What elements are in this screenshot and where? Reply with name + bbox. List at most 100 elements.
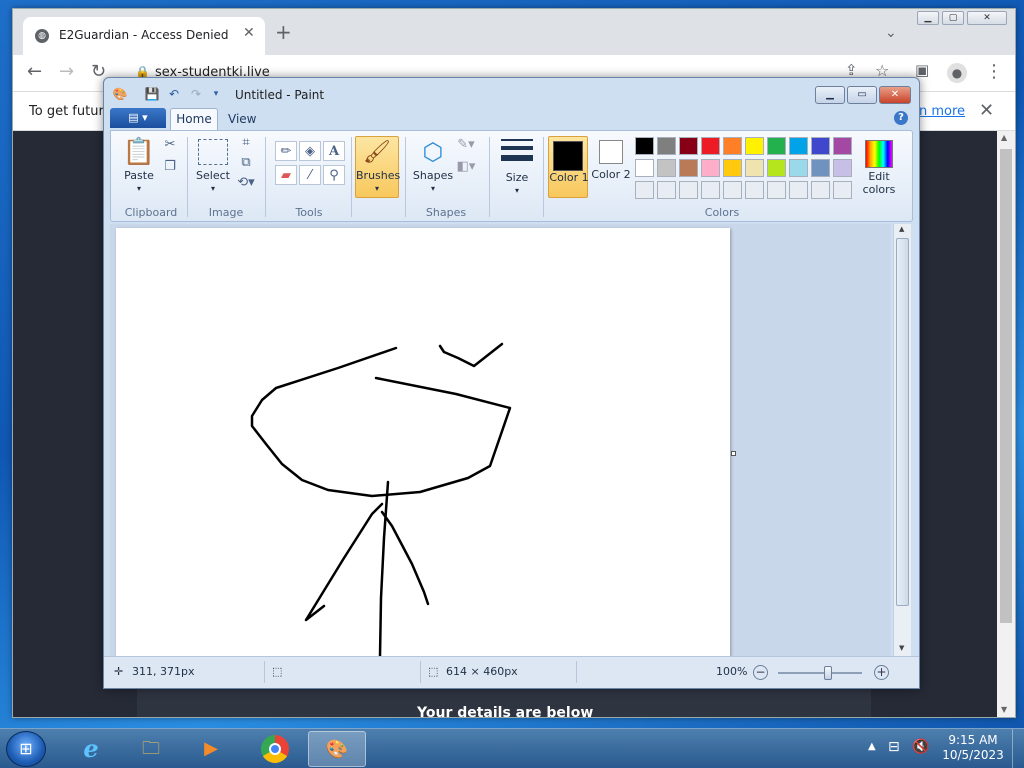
color-picker-icon[interactable]: ⁄ (299, 165, 321, 185)
palette-swatch[interactable] (789, 137, 808, 155)
paste-button[interactable]: 📋 Paste ▾ (119, 135, 159, 195)
tab-search-chevron-icon[interactable]: ⌄ (885, 25, 897, 41)
page-scroll-thumb[interactable] (1000, 149, 1012, 623)
scroll-up-icon[interactable]: ▲ (899, 225, 904, 233)
palette-empty-swatch[interactable] (789, 181, 808, 199)
volume-muted-icon[interactable]: 🔇 (912, 739, 929, 755)
tab-close-icon[interactable]: ✕ (243, 25, 255, 41)
palette-swatch[interactable] (635, 137, 654, 155)
palette-empty-swatch[interactable] (657, 181, 676, 199)
learn-more-link[interactable]: n more (919, 104, 965, 119)
color2-button[interactable]: Color 2 (591, 136, 631, 181)
palette-swatch[interactable] (701, 159, 720, 177)
scroll-up-icon[interactable]: ▲ (1001, 133, 1007, 142)
palette-empty-swatch[interactable] (811, 181, 830, 199)
paint-menu-button[interactable]: ▤ ▾ (110, 108, 166, 128)
redo-icon[interactable]: ↷ (188, 86, 204, 102)
palette-swatch[interactable] (723, 159, 742, 177)
page-scrollbar[interactable]: ▲ ▼ (997, 131, 1015, 717)
zoom-out-icon[interactable]: − (753, 665, 768, 680)
palette-swatch[interactable] (811, 137, 830, 155)
eraser-icon[interactable]: ▰ (275, 165, 297, 185)
palette-swatch[interactable] (833, 159, 852, 177)
copy-icon[interactable]: ❐ (159, 157, 181, 177)
fill-icon[interactable]: ◧▾ (455, 157, 477, 177)
palette-empty-swatch[interactable] (833, 181, 852, 199)
infobar-close-icon[interactable]: ✕ (979, 100, 994, 121)
forward-arrow-icon[interactable]: → (59, 61, 74, 82)
palette-swatch[interactable] (789, 159, 808, 177)
canvas-resize-handle[interactable] (731, 451, 736, 456)
chrome-maximize-button[interactable]: ▢ (942, 11, 964, 25)
zoom-slider-track[interactable] (778, 672, 862, 674)
new-tab-icon[interactable]: + (275, 22, 292, 42)
canvas-vertical-scrollbar[interactable]: ▲ ▼ (893, 224, 911, 656)
palette-empty-swatch[interactable] (745, 181, 764, 199)
magnifier-icon[interactable]: ⚲ (323, 165, 345, 185)
zoom-in-icon[interactable]: + (874, 665, 889, 680)
palette-swatch[interactable] (657, 159, 676, 177)
paint-maximize-button[interactable]: ▭ (847, 86, 877, 104)
palette-empty-swatch[interactable] (767, 181, 786, 199)
back-arrow-icon[interactable]: ← (27, 61, 42, 82)
paint-minimize-button[interactable]: ▁ (815, 86, 845, 104)
palette-swatch[interactable] (723, 137, 742, 155)
menu-kebab-icon[interactable]: ⋮ (985, 61, 1003, 82)
pencil-icon[interactable]: ✏ (275, 141, 297, 161)
start-button[interactable]: ⊞ (6, 731, 46, 767)
taskbar-ie-icon[interactable]: e (62, 731, 120, 767)
brushes-button[interactable]: 🖌 Brushes ▾ (355, 136, 400, 198)
show-desktop-button[interactable] (1012, 729, 1024, 768)
canvas-scroll-thumb[interactable] (896, 238, 909, 606)
shapes-button[interactable]: ⬡ Shapes ▾ (411, 135, 455, 195)
text-tool-icon[interactable]: A (323, 141, 345, 161)
palette-swatch[interactable] (679, 159, 698, 177)
drawing-canvas[interactable] (116, 228, 730, 656)
scroll-down-icon[interactable]: ▼ (899, 644, 904, 652)
zoom-slider-thumb[interactable] (824, 666, 833, 680)
taskbar-media-player-icon[interactable]: ▶ (182, 731, 240, 767)
taskbar-paint-icon[interactable]: 🎨 (308, 731, 366, 767)
undo-icon[interactable]: ↶ (166, 86, 182, 102)
palette-swatch[interactable] (635, 159, 654, 177)
palette-swatch[interactable] (657, 137, 676, 155)
taskbar-chrome-icon[interactable] (246, 731, 304, 767)
chrome-minimize-button[interactable]: ▁ (917, 11, 939, 25)
palette-swatch[interactable] (767, 137, 786, 155)
palette-swatch[interactable] (767, 159, 786, 177)
palette-empty-swatch[interactable] (701, 181, 720, 199)
edit-colors-button[interactable]: Edit colors (857, 136, 901, 196)
tab-home[interactable]: Home (170, 108, 218, 130)
palette-empty-swatch[interactable] (679, 181, 698, 199)
palette-empty-swatch[interactable] (723, 181, 742, 199)
cut-icon[interactable]: ✂ (159, 135, 181, 155)
color1-button[interactable]: Color 1 (548, 136, 589, 198)
crop-icon[interactable]: ⌗ (235, 133, 257, 153)
scroll-down-icon[interactable]: ▼ (1001, 705, 1007, 714)
palette-swatch[interactable] (701, 137, 720, 155)
browser-tab[interactable]: ◍ E2Guardian - Access Denied ✕ (23, 17, 265, 55)
taskbar-explorer-icon[interactable]: 🗀 (122, 731, 180, 767)
palette-swatch[interactable] (745, 137, 764, 155)
rotate-icon[interactable]: ⟲▾ (235, 173, 257, 193)
show-hidden-icons-chevron[interactable]: ▲ (868, 741, 876, 752)
select-button[interactable]: Select ▾ (193, 135, 233, 195)
customize-toolbar-icon[interactable]: ▾ (208, 86, 224, 102)
save-icon[interactable]: 💾 (144, 86, 160, 102)
tab-view[interactable]: View (228, 112, 256, 126)
chrome-close-button[interactable]: ✕ (967, 11, 1007, 25)
help-icon[interactable]: ? (894, 111, 908, 125)
palette-swatch[interactable] (745, 159, 764, 177)
resize-icon[interactable]: ⧉ (235, 153, 257, 173)
outline-icon[interactable]: ✎▾ (455, 135, 477, 155)
profile-avatar-icon[interactable]: ● (947, 63, 967, 83)
fill-bucket-icon[interactable]: ◈ (299, 141, 321, 161)
palette-swatch[interactable] (811, 159, 830, 177)
palette-swatch[interactable] (679, 137, 698, 155)
paint-close-button[interactable]: ✕ (879, 86, 911, 104)
palette-swatch[interactable] (833, 137, 852, 155)
system-clock[interactable]: 9:15 AM 10/5/2023 (942, 733, 1004, 763)
size-button[interactable]: Size ▾ (497, 135, 537, 197)
palette-empty-swatch[interactable] (635, 181, 654, 199)
network-icon[interactable]: ⊟ (888, 739, 900, 755)
